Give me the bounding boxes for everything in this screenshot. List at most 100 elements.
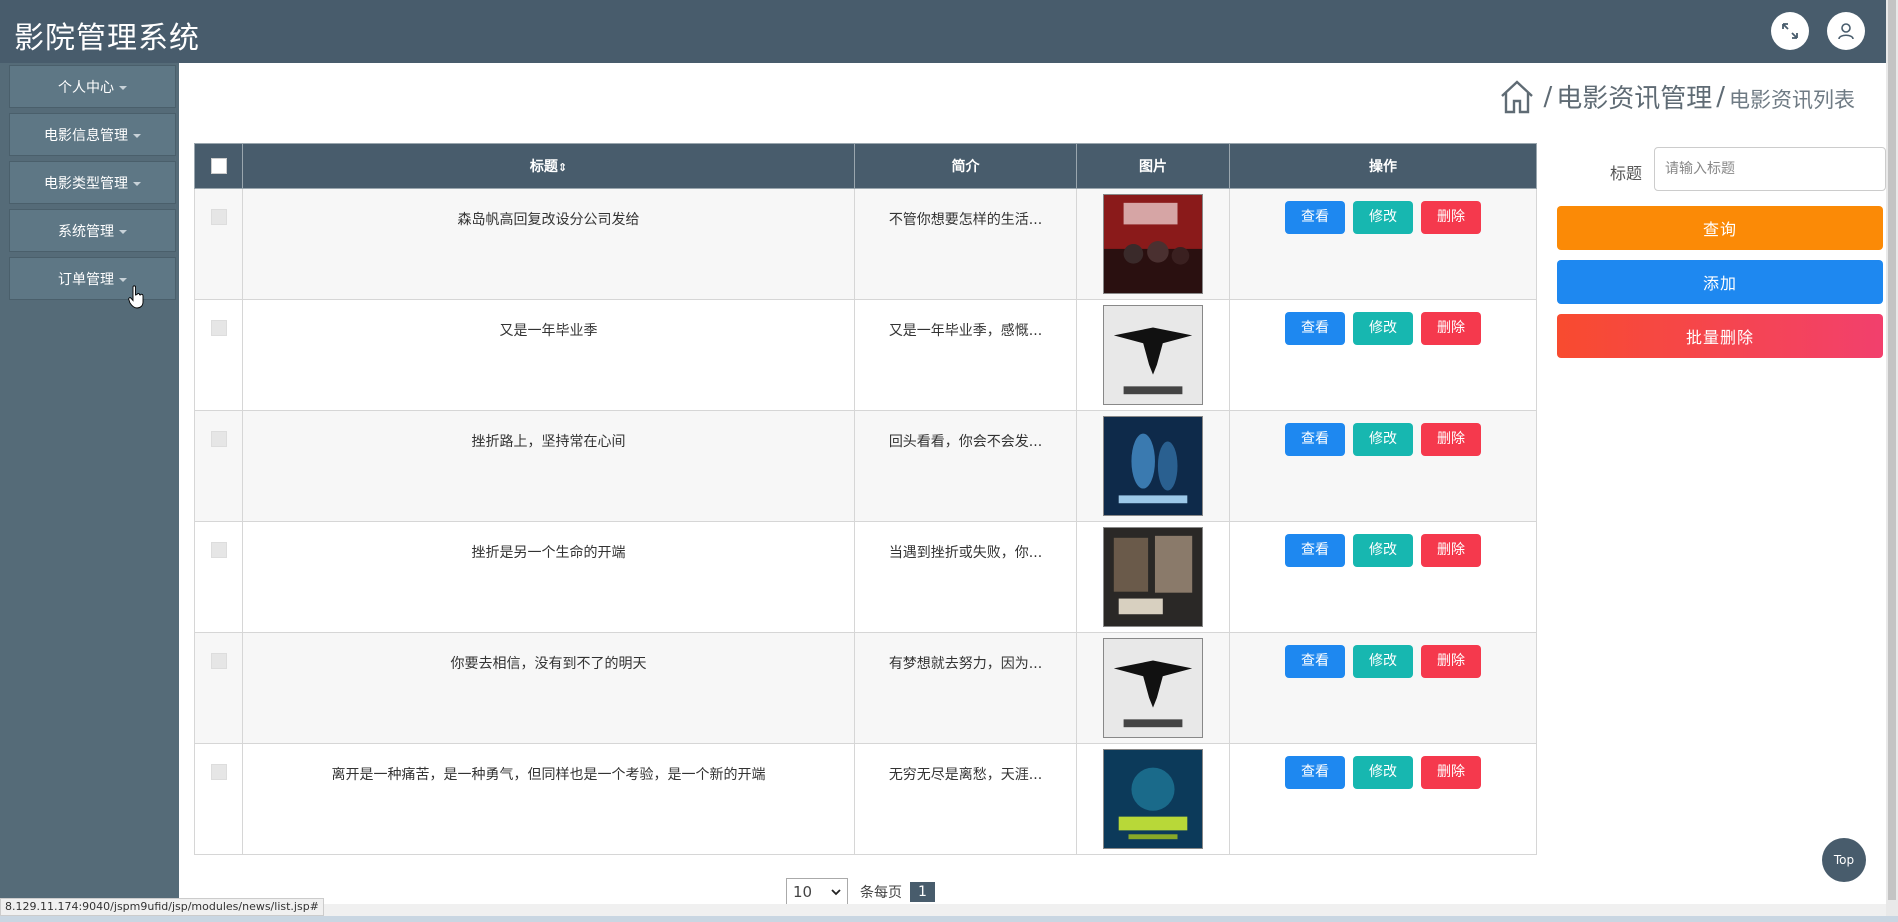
sidebar-item-label: 电影信息管理 [44,127,128,144]
status-bar-url: 8.129.11.174:9040/jspm9ufid/jsp/modules/… [0,898,324,916]
row-checkbox[interactable] [210,320,227,336]
row-title: 离开是一种痛苦，是一种勇气，但同样也是一个考验，是一个新的开端 [242,743,855,855]
movie-poster-image [1103,527,1203,627]
row-summary: 不管你想要怎样的生活... [854,188,1077,300]
row-checkbox[interactable] [210,653,227,669]
select-all-checkbox[interactable] [210,157,227,174]
table-row: 挫折是另一个生命的开端 当遇到挫折或失败，你... 查看 修改 删除 [194,521,1537,633]
home-icon[interactable] [1499,79,1535,115]
view-button[interactable]: 查看 [1285,534,1345,567]
sidebar-item-system[interactable]: 系统管理 [9,209,176,252]
movie-poster-image [1103,305,1203,405]
sidebar-item-label: 订单管理 [58,271,114,288]
news-table: 标题⇕ 简介 图片 操作 森岛帆高回复改设分公司发给 不管你想要怎样的生活...… [194,143,1537,855]
delete-button[interactable]: 删除 [1421,645,1481,678]
scrollbar-thumb[interactable] [1888,0,1896,900]
sidebar-item-personal-center[interactable]: 个人中心 [9,65,176,108]
breadcrumb-level1[interactable]: 电影资讯管理 [1556,78,1712,115]
row-summary: 当遇到挫折或失败，你... [854,521,1077,633]
row-title: 挫折是另一个生命的开端 [242,521,855,633]
per-page-label: 条每页 [860,885,902,901]
movie-poster-image [1103,194,1203,294]
view-button[interactable]: 查看 [1285,312,1345,345]
sidebar-item-label: 系统管理 [58,223,114,240]
edit-button[interactable]: 修改 [1353,756,1413,789]
user-menu-button[interactable] [1827,12,1865,50]
fullscreen-button[interactable] [1771,12,1809,50]
pagination: 10 条每页 1 [786,878,935,906]
table-row: 离开是一种痛苦，是一种勇气，但同样也是一个考验，是一个新的开端 无穷无尽是离愁，… [194,743,1537,855]
movie-poster-image [1103,749,1203,849]
row-summary: 有梦想就去努力，因为... [854,632,1077,744]
row-title: 你要去相信，没有到不了的明天 [242,632,855,744]
add-button[interactable]: 添加 [1557,260,1883,304]
sidebar-item-label: 个人中心 [58,79,114,96]
view-button[interactable]: 查看 [1285,423,1345,456]
view-button[interactable]: 查看 [1285,756,1345,789]
table-header-row: 标题⇕ 简介 图片 操作 [194,143,1537,189]
table-row: 挫折路上，坚持常在心间 回头看看，你会不会发... 查看 修改 删除 [194,410,1537,522]
search-title-label: 标题 [1610,164,1643,183]
caret-down-icon [133,133,141,138]
app-title: 影院管理系统 [14,21,200,56]
row-checkbox[interactable] [210,542,227,558]
sidebar: 个人中心 电影信息管理 电影类型管理 系统管理 订单管理 [0,63,179,909]
query-button[interactable]: 查询 [1557,206,1883,250]
search-title-input[interactable] [1654,147,1886,191]
movie-poster-image [1103,638,1203,738]
caret-down-icon [119,229,127,234]
delete-button[interactable]: 删除 [1421,534,1481,567]
breadcrumb: / 电影资讯管理 / 电影资讯列表 [1499,78,1855,115]
row-summary: 回头看看，你会不会发... [854,410,1077,522]
column-image: 图片 [1076,143,1230,189]
row-checkbox[interactable] [210,209,227,225]
page-size-select[interactable]: 10 [786,878,848,906]
column-summary: 简介 [854,143,1077,189]
breadcrumb-separator: / [1716,81,1725,112]
view-button[interactable]: 查看 [1285,645,1345,678]
chevron-down-icon [831,888,841,895]
sort-icon[interactable]: ⇕ [558,161,567,174]
delete-button[interactable]: 删除 [1421,312,1481,345]
batch-delete-button[interactable]: 批量删除 [1557,314,1883,358]
row-summary: 又是一年毕业季，感慨... [854,299,1077,411]
row-title: 挫折路上，坚持常在心间 [242,410,855,522]
page-number-button[interactable]: 1 [910,882,935,902]
edit-button[interactable]: 修改 [1353,423,1413,456]
row-checkbox[interactable] [210,431,227,447]
edit-button[interactable]: 修改 [1353,201,1413,234]
table-row: 森岛帆高回复改设分公司发给 不管你想要怎样的生活... 查看 修改 删除 [194,188,1537,300]
sidebar-item-label: 电影类型管理 [44,175,128,192]
back-to-top-button[interactable]: Top [1822,838,1866,882]
sidebar-item-movie-type[interactable]: 电影类型管理 [9,161,176,204]
select-all-header [194,143,243,189]
window-bottom-edge [0,916,1898,922]
column-actions: 操作 [1229,143,1537,189]
delete-button[interactable]: 删除 [1421,756,1481,789]
breadcrumb-separator: / [1543,81,1553,112]
row-checkbox[interactable] [210,764,227,780]
user-icon [1838,23,1854,40]
movie-poster-image [1103,416,1203,516]
caret-down-icon [119,85,127,90]
row-summary: 无穷无尽是离愁，天涯... [854,743,1077,855]
sidebar-item-orders[interactable]: 订单管理 [9,257,176,300]
edit-button[interactable]: 修改 [1353,645,1413,678]
edit-button[interactable]: 修改 [1353,534,1413,567]
view-button[interactable]: 查看 [1285,201,1345,234]
hand-cursor-icon [128,285,144,309]
row-title: 又是一年毕业季 [242,299,855,411]
edit-button[interactable]: 修改 [1353,312,1413,345]
vertical-scrollbar[interactable] [1886,0,1898,922]
table-row: 你要去相信，没有到不了的明天 有梦想就去努力，因为... 查看 修改 删除 [194,632,1537,744]
caret-down-icon [119,277,127,282]
page-size-value: 10 [793,883,813,901]
delete-button[interactable]: 删除 [1421,201,1481,234]
top-header: 影院管理系统 [0,0,1886,63]
expand-icon [1782,23,1798,39]
sidebar-item-movie-info[interactable]: 电影信息管理 [9,113,176,156]
table-row: 又是一年毕业季 又是一年毕业季，感慨... 查看 修改 删除 [194,299,1537,411]
delete-button[interactable]: 删除 [1421,423,1481,456]
column-title[interactable]: 标题⇕ [242,143,855,189]
caret-down-icon [133,181,141,186]
